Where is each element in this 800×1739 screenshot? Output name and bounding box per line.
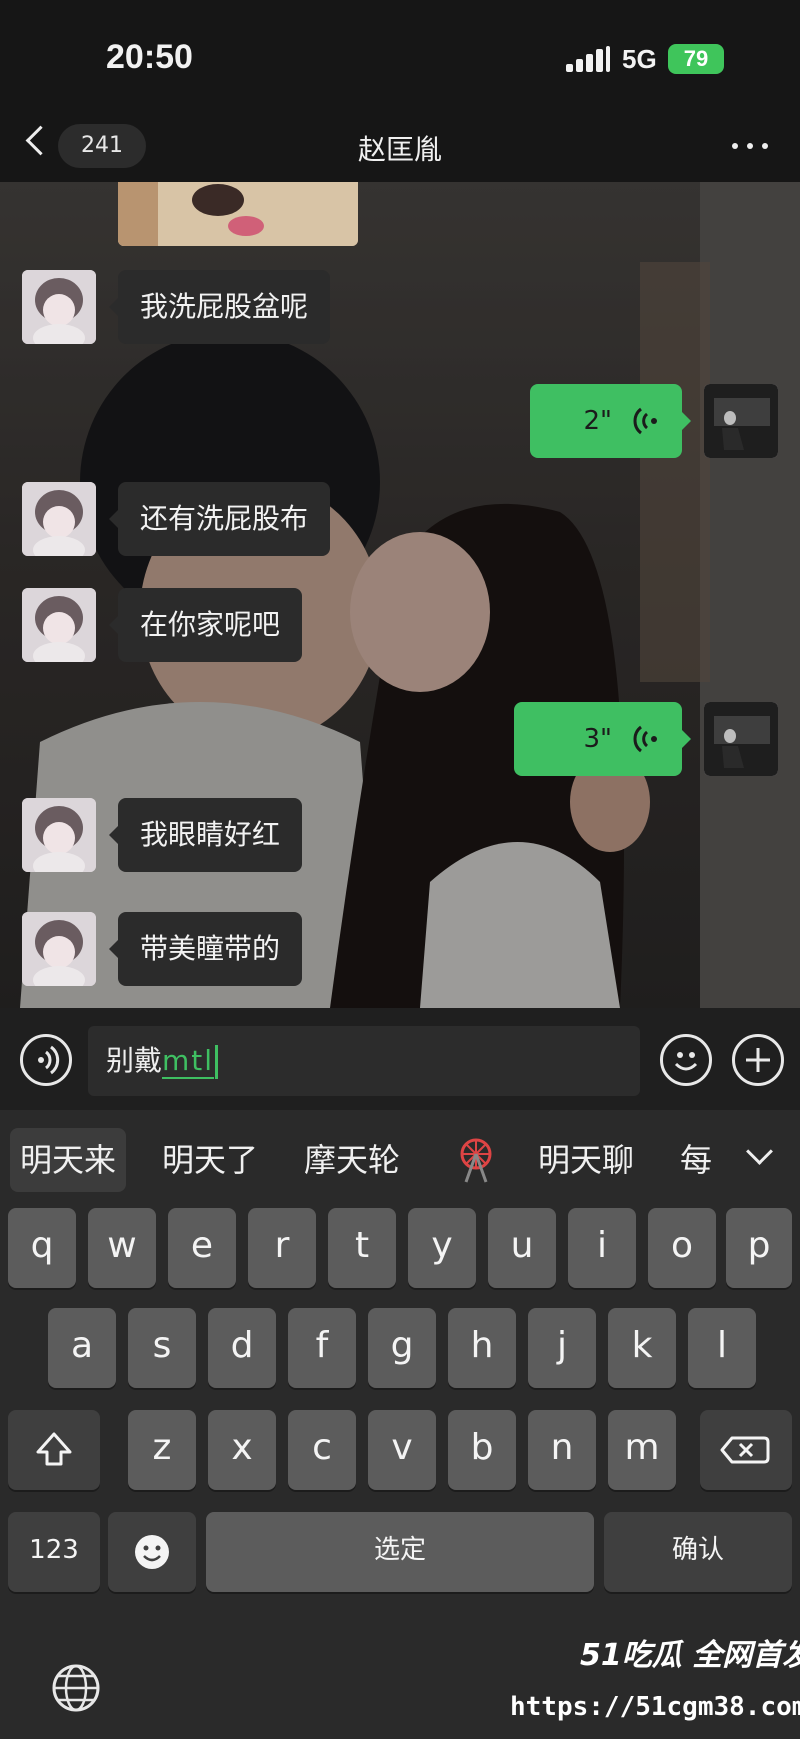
key-n[interactable]: n (528, 1410, 596, 1490)
input-committed-text: 别戴 (106, 1044, 163, 1077)
chat-title: 赵匡胤 (357, 133, 442, 166)
candidate-item[interactable]: 明天聊 (528, 1128, 644, 1192)
candidate-item[interactable]: 每 (670, 1128, 718, 1192)
key-c[interactable]: c (288, 1410, 356, 1490)
contact-avatar[interactable] (22, 588, 96, 662)
emoji-button[interactable] (660, 1034, 712, 1086)
chevron-down-icon (746, 1138, 773, 1165)
input-bar: 别戴mtl (0, 1008, 800, 1110)
key-p[interactable]: p (726, 1208, 792, 1288)
key-z[interactable]: z (128, 1410, 196, 1490)
key-h[interactable]: h (448, 1308, 516, 1388)
key-y[interactable]: y (408, 1208, 476, 1288)
expand-candidates-button[interactable] (736, 1128, 784, 1192)
key-k[interactable]: k (608, 1308, 676, 1388)
voice-wave-icon (633, 725, 657, 753)
candidate-item[interactable]: 明天了 (152, 1128, 268, 1192)
watermark-url: https://51cgm38.com (510, 1692, 800, 1722)
voice-message-bubble[interactable]: 3" (514, 702, 691, 776)
emoji-key[interactable] (108, 1512, 196, 1592)
key-g[interactable]: g (368, 1308, 436, 1388)
key-m[interactable]: m (608, 1410, 676, 1490)
network-type: 5G (622, 44, 657, 74)
key-e[interactable]: e (168, 1208, 236, 1288)
voice-icon (38, 1045, 60, 1075)
contact-avatar[interactable] (22, 798, 96, 872)
voice-input-button[interactable] (20, 1034, 72, 1086)
ferris-wheel-icon (460, 1138, 492, 1183)
dog-photo (118, 182, 358, 246)
chat-area[interactable]: 我洗屁股盆呢 2" 还有洗屁股布 在你家呢吧 3" 我眼睛好红 带美瞳带的 (0, 182, 800, 1008)
my-avatar[interactable] (704, 384, 778, 458)
globe-icon[interactable] (50, 1662, 102, 1714)
message-bubble[interactable]: 在你家呢吧 (108, 588, 303, 662)
space-key[interactable]: 选定 (206, 1512, 594, 1592)
contact-avatar[interactable] (22, 912, 96, 986)
key-x[interactable]: x (208, 1410, 276, 1490)
backspace-key[interactable] (700, 1410, 792, 1490)
key-b[interactable]: b (448, 1410, 516, 1490)
clock: 20:50 (106, 38, 193, 76)
text-caret (215, 1045, 219, 1079)
key-w[interactable]: w (88, 1208, 156, 1288)
message-bubble[interactable]: 还有洗屁股布 (108, 482, 331, 556)
candidate-item[interactable]: 摩天轮 (294, 1128, 410, 1192)
message-bubble[interactable]: 带美瞳带的 (108, 912, 303, 986)
key-f[interactable]: f (288, 1308, 356, 1388)
backspace-icon (720, 1436, 770, 1464)
chat-header: 241 赵匡胤 (0, 110, 800, 182)
key-o[interactable]: o (648, 1208, 716, 1288)
watermark-brand: 51吃瓜 全网首发 (580, 1638, 800, 1673)
voice-duration: 2" (583, 406, 612, 436)
battery-icon: 79 (668, 44, 724, 74)
key-l[interactable]: l (688, 1308, 756, 1388)
key-v[interactable]: v (368, 1410, 436, 1490)
confirm-key[interactable]: 确认 (604, 1512, 792, 1592)
contact-avatar[interactable] (22, 270, 96, 344)
voice-duration: 3" (583, 724, 612, 754)
input-composing-text: mtl (162, 1044, 215, 1079)
key-j[interactable]: j (528, 1308, 596, 1388)
watermark: 51吃瓜 全网首发 https://51cgm38.com (500, 1628, 800, 1738)
image-message[interactable] (118, 182, 358, 246)
key-r[interactable]: r (248, 1208, 316, 1288)
smiley-icon (135, 1535, 169, 1569)
key-u[interactable]: u (488, 1208, 556, 1288)
key-s[interactable]: s (128, 1308, 196, 1388)
key-d[interactable]: d (208, 1308, 276, 1388)
message-bubble[interactable]: 我眼睛好红 (108, 798, 303, 872)
key-t[interactable]: t (328, 1208, 396, 1288)
my-avatar[interactable] (704, 702, 778, 776)
shift-key[interactable] (8, 1410, 100, 1490)
plus-icon (746, 1048, 770, 1072)
status-bar: 20:50 5G 79 (0, 0, 800, 110)
voice-wave-icon (633, 407, 657, 435)
numbers-key[interactable]: 123 (8, 1512, 100, 1592)
key-i[interactable]: i (568, 1208, 636, 1288)
message-input[interactable]: 别戴mtl (88, 1026, 640, 1096)
candidate-emoji-ferris-wheel[interactable] (446, 1128, 502, 1192)
more-functions-button[interactable] (732, 1034, 784, 1086)
voice-message-bubble[interactable]: 2" (530, 384, 691, 458)
signal-icon (566, 46, 612, 72)
candidate-item[interactable]: 明天来 (10, 1128, 127, 1192)
smiley-icon (674, 1052, 698, 1071)
key-q[interactable]: q (8, 1208, 76, 1288)
contact-avatar[interactable] (22, 482, 96, 556)
candidate-bar: 明天来 明天了 摩天轮 明天聊 每 (0, 1110, 800, 1210)
more-options-icon[interactable] (730, 134, 770, 158)
message-bubble[interactable]: 我洗屁股盆呢 (108, 270, 331, 344)
key-a[interactable]: a (48, 1308, 116, 1388)
shift-arrow-icon (36, 1432, 72, 1466)
